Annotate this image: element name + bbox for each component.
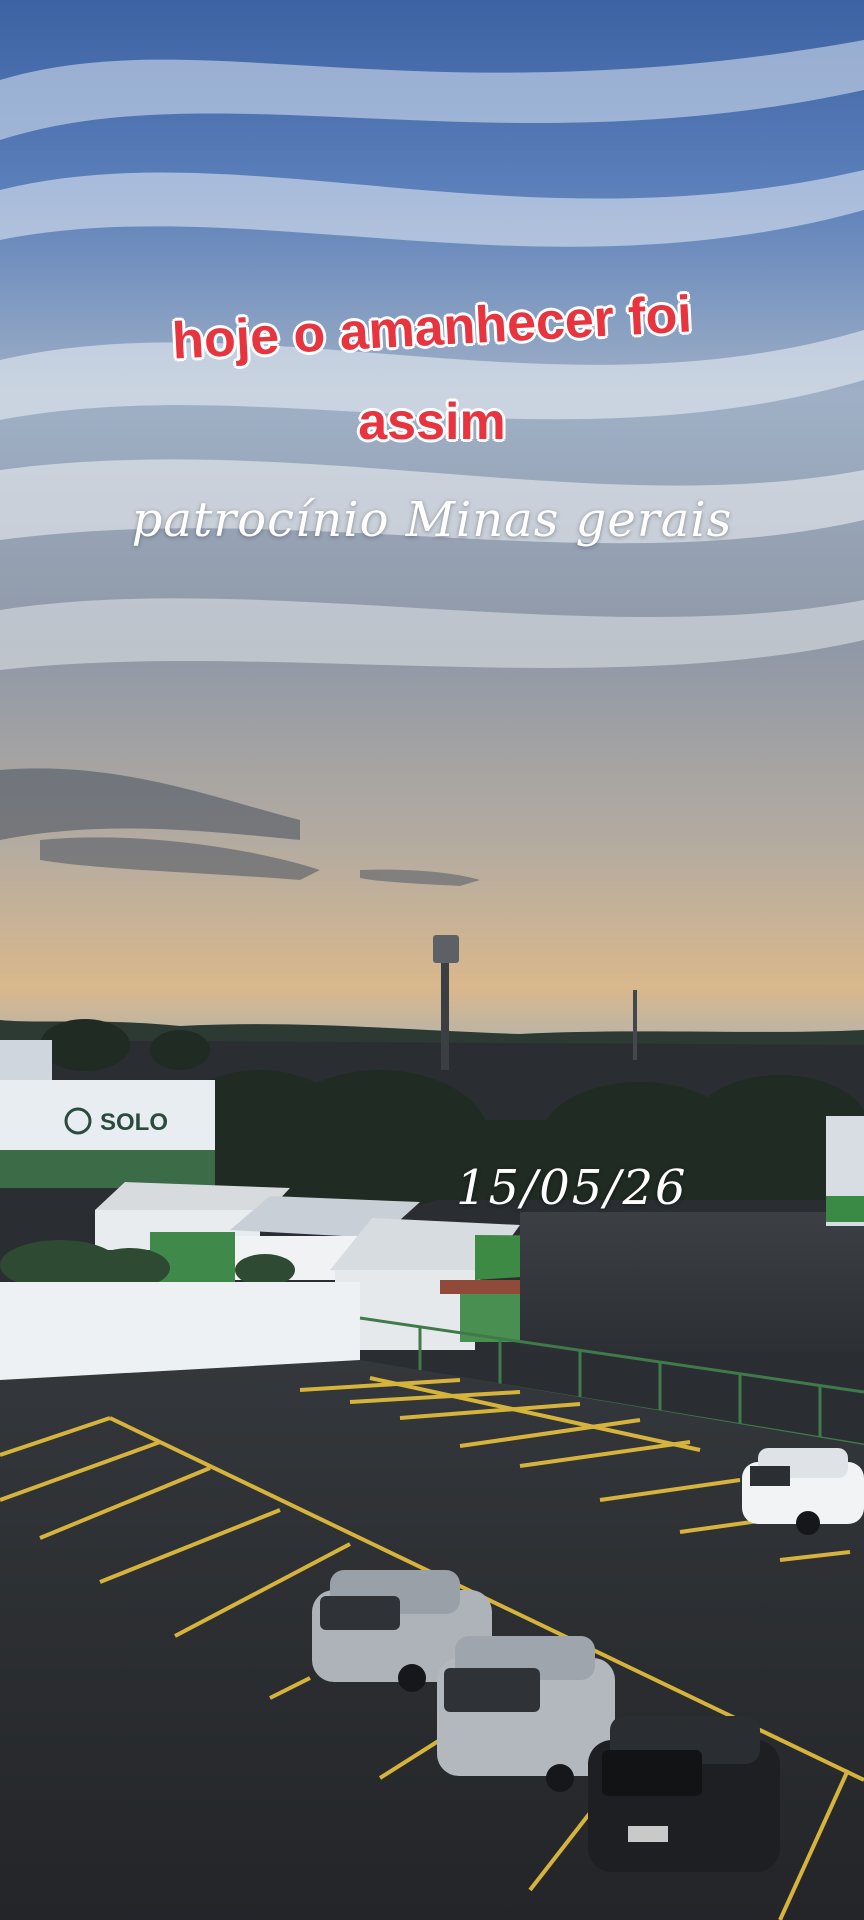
car-white-right <box>742 1448 864 1535</box>
far-parking-lot <box>520 1212 864 1352</box>
location-caption: patrocínio Minas gerais <box>131 492 733 548</box>
antenna <box>633 990 637 1060</box>
caption-line-2: assim <box>358 393 506 451</box>
date-stamp: 15/05/26 <box>456 1160 688 1216</box>
photo-stage: SOLO hoje o amanhecer foi assim patrocín… <box>0 0 864 1920</box>
building-sign-text: SOLO <box>100 1109 168 1136</box>
car-black <box>588 1716 780 1872</box>
